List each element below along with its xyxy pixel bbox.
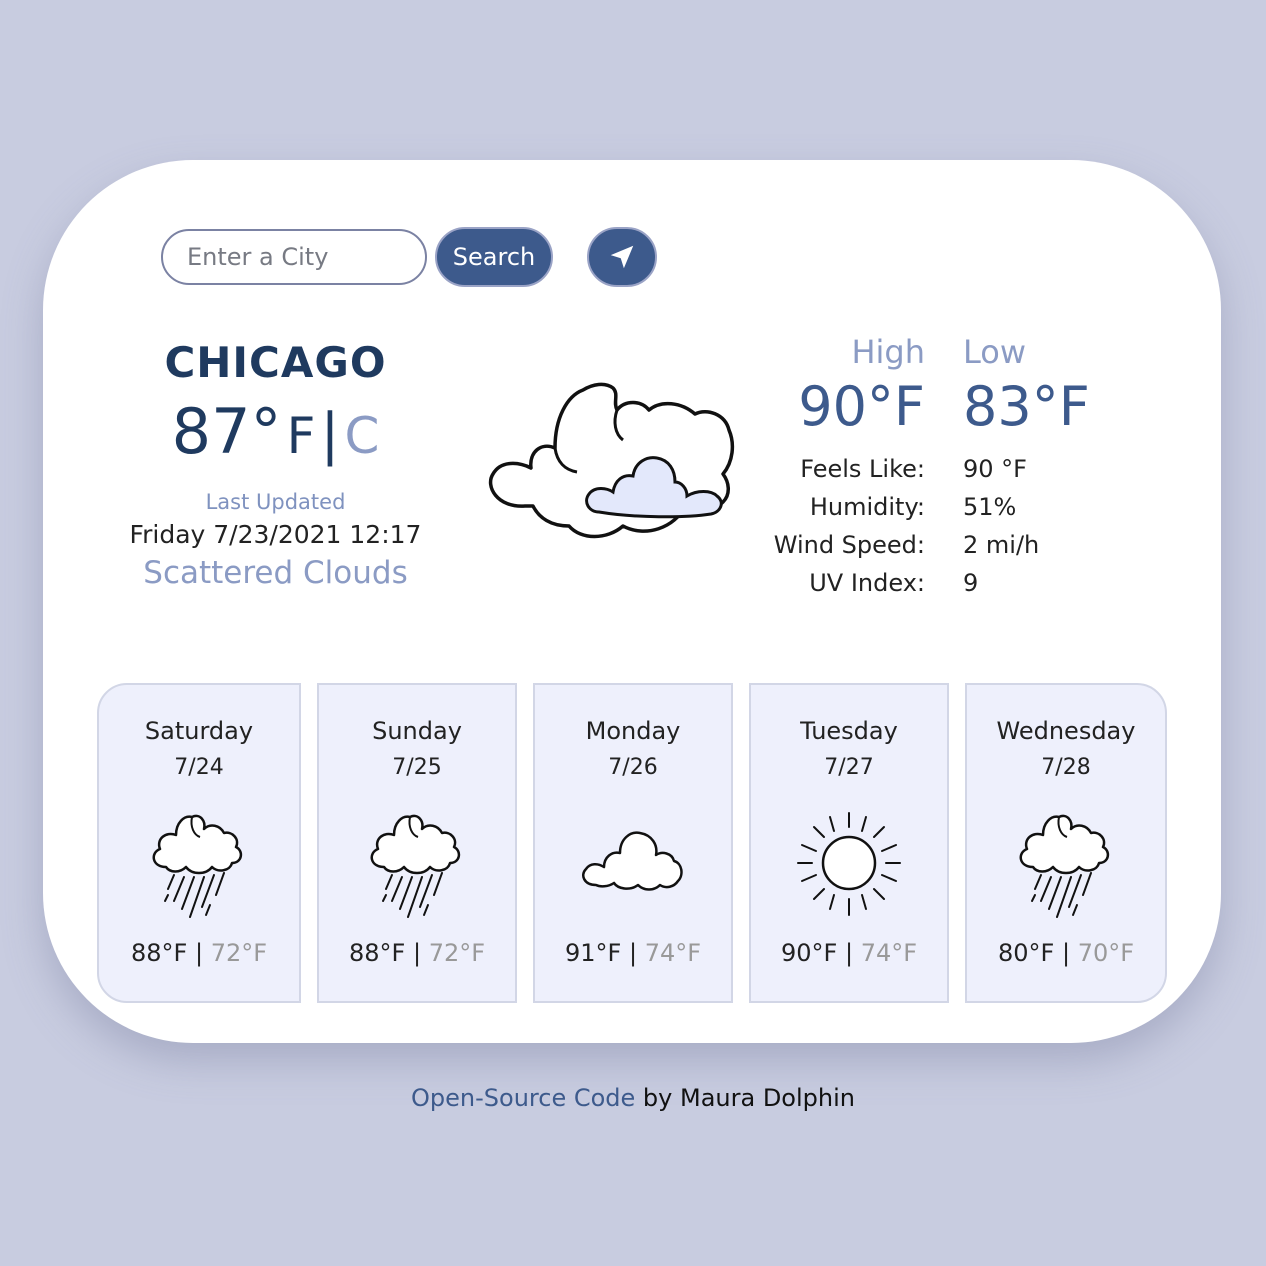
forecast-low: 74°F [860, 939, 918, 967]
forecast-temps: 88°F | 72°F [99, 937, 299, 969]
footer: Open-Source Code by Maura Dolphin [0, 1084, 1266, 1112]
forecast-high: 88°F [130, 939, 188, 967]
detail-wind-speed: Wind Speed: 2 mi/h [743, 526, 1163, 564]
detail-label: UV Index: [809, 569, 925, 597]
forecast-day-name: Saturday [144, 717, 254, 745]
forecast-high: 90°F [780, 939, 838, 967]
search-button[interactable]: Search [435, 227, 553, 287]
detail-label: Feels Like: [800, 455, 925, 483]
detail-humidity: Humidity: 51% [743, 488, 1163, 526]
celsius-toggle[interactable]: C [344, 407, 379, 465]
detail-label: Wind Speed: [773, 531, 925, 559]
detail-value: 51% [963, 493, 1017, 521]
forecast-temps: 80°F | 70°F [967, 937, 1165, 969]
forecast-temps: 88°F | 72°F [319, 937, 515, 969]
last-updated-time: Friday 7/23/2021 12:17 [129, 520, 422, 549]
forecast-date: 7/27 [824, 755, 874, 780]
forecast-date: 7/26 [608, 755, 658, 780]
city-search-input[interactable] [161, 229, 427, 285]
forecast-temps: 91°F | 74°F [535, 937, 731, 969]
forecast-separator: | [194, 939, 204, 967]
forecast-low: 72°F [428, 939, 486, 967]
current-weather: CHICAGO 87° F | C Last Updated Friday 7/… [123, 330, 428, 592]
forecast-date: 7/25 [392, 755, 442, 780]
forecast-separator: | [628, 939, 638, 967]
detail-value: 9 [963, 569, 979, 597]
rain-cloud-icon [1019, 814, 1110, 918]
forecast-day-name: Wednesday [996, 717, 1136, 745]
location-arrow-icon [610, 245, 634, 269]
city-name: CHICAGO [164, 338, 387, 387]
weather-card: Search CHICAGO 87° F | C Last Updated Fr… [43, 160, 1221, 1043]
forecast-low: 72°F [210, 939, 268, 967]
current-temperature: 87° F | C [123, 396, 428, 484]
fahrenheit-toggle[interactable]: F [287, 407, 316, 465]
forecast-day: Sunday 7/25 88°F | 72°F [317, 683, 517, 1003]
forecast-high: 80°F [997, 939, 1055, 967]
open-source-link[interactable]: Open-Source Code [411, 1084, 635, 1112]
forecast-temps: 90°F | 74°F [751, 937, 947, 969]
forecast-separator: | [844, 939, 854, 967]
low-label: Low [963, 333, 1027, 371]
last-updated-label: Last Updated [205, 490, 346, 514]
detail-uv-index: UV Index: 9 [743, 564, 1163, 602]
forecast-date: 7/24 [174, 755, 224, 780]
forecast-low: 74°F [644, 939, 702, 967]
forecast-day: Saturday 7/24 88°F | 72°F [97, 683, 301, 1003]
rain-cloud-icon [152, 814, 243, 918]
weather-description: Scattered Clouds [143, 555, 408, 591]
low-value: 83°F [963, 375, 1090, 438]
detail-value: 90 °F [963, 455, 1027, 483]
high-label: High [851, 333, 925, 371]
detail-feels-like: Feels Like: 90 °F [743, 450, 1163, 488]
unit-separator: | [320, 402, 340, 467]
forecast-day-name: Sunday [372, 717, 462, 745]
high-value: 90°F [798, 375, 925, 438]
forecast-low: 70°F [1077, 939, 1135, 967]
detail-label: Humidity: [809, 493, 925, 521]
high-low-panel: High 90°F Low 83°F Feels Like: 90 °F Hum… [743, 330, 1163, 602]
forecast-day: Tuesday 7/27 90°F | 74°F [749, 683, 949, 1003]
forecast-day: Monday 7/26 91°F | 74°F [533, 683, 733, 1003]
forecast-day-name: Monday [585, 717, 681, 745]
forecast-day-name: Tuesday [800, 717, 898, 745]
detail-value: 2 mi/h [963, 531, 1040, 559]
rain-cloud-icon [370, 814, 461, 918]
forecast-day: Wednesday 7/28 80°F | 70°F [965, 683, 1167, 1003]
search-bar: Search [161, 227, 657, 287]
current-location-button[interactable] [587, 227, 657, 287]
forecast-separator: | [1061, 939, 1071, 967]
forecast-date: 7/28 [1041, 755, 1091, 780]
forecast-high: 91°F [564, 939, 622, 967]
temperature-value: 87° [171, 395, 282, 468]
forecast-separator: | [412, 939, 422, 967]
forecast-row: Saturday 7/24 88°F | 72°F Sunday 7/25 88… [97, 683, 1167, 1003]
forecast-high: 88°F [348, 939, 406, 967]
footer-by-text: by [635, 1084, 680, 1112]
scattered-clouds-icon [488, 382, 735, 539]
sun-icon [797, 812, 901, 916]
weather-details: Feels Like: 90 °F Humidity: 51% Wind Spe… [743, 450, 1163, 602]
author-name: Maura Dolphin [679, 1084, 855, 1112]
cloud-icon [582, 831, 683, 891]
